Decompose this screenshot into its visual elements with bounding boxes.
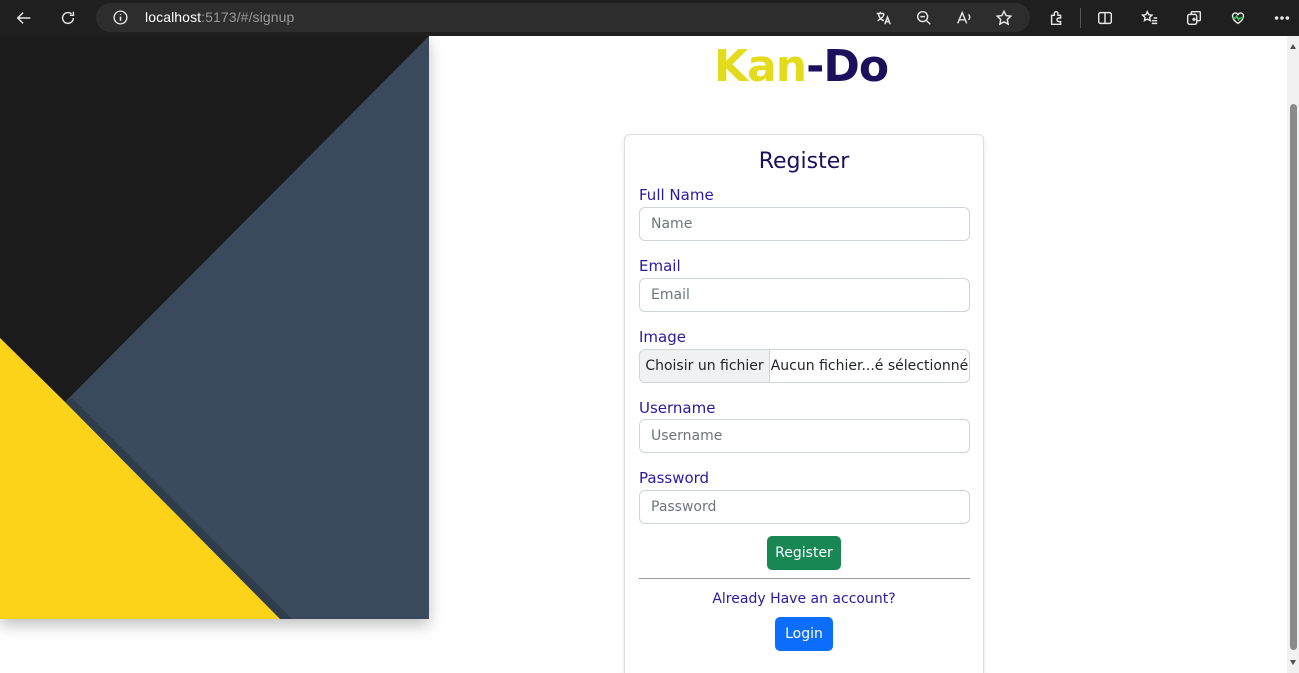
image-label: Image <box>639 328 686 346</box>
fullname-input[interactable] <box>639 207 970 241</box>
page-scrollbar[interactable] <box>1287 36 1299 673</box>
register-card: Register Full Name Email Image Choisir u… <box>624 134 984 673</box>
scroll-down-arrow-icon[interactable] <box>1290 660 1296 665</box>
toolbar-divider <box>1080 8 1081 28</box>
password-label: Password <box>639 469 710 487</box>
site-info-icon[interactable] <box>112 9 129 31</box>
register-button[interactable]: Register <box>767 536 841 570</box>
scrollbar-thumb[interactable] <box>1290 104 1297 650</box>
collections-icon[interactable] <box>1183 7 1205 29</box>
password-input[interactable] <box>639 490 970 524</box>
already-have-account-text: Already Have an account? <box>712 591 896 607</box>
more-options-icon[interactable] <box>1271 7 1293 29</box>
favorites-list-icon[interactable] <box>1139 7 1161 29</box>
register-title: Register <box>758 149 850 174</box>
browser-toolbar: localhost:5173/#/signup <box>0 0 1299 36</box>
no-file-text: Aucun fichier...é sélectionné <box>770 358 969 374</box>
login-button[interactable]: Login <box>775 617 833 651</box>
url-path: :5173/#/signup <box>201 9 295 25</box>
zoom-out-icon[interactable] <box>913 7 935 29</box>
choose-file-button[interactable]: Choisir un fichier <box>640 350 770 382</box>
email-label: Email <box>639 257 681 275</box>
kando-logo: Kan-Do <box>714 41 889 92</box>
read-aloud-icon[interactable] <box>953 7 975 29</box>
url-host: localhost <box>145 9 202 25</box>
username-input[interactable] <box>639 419 970 453</box>
fullname-label: Full Name <box>639 186 714 204</box>
split-screen-icon[interactable] <box>1094 7 1116 29</box>
scroll-up-arrow-icon[interactable] <box>1290 44 1296 49</box>
address-bar[interactable]: localhost:5173/#/signup <box>96 3 1030 32</box>
browser-essentials-icon[interactable] <box>1227 7 1249 29</box>
form-divider <box>639 578 970 579</box>
email-input[interactable] <box>639 278 970 312</box>
logo-kan: Kan <box>714 41 807 92</box>
back-arrow-icon[interactable] <box>13 7 35 29</box>
refresh-icon[interactable] <box>57 7 79 29</box>
image-file-input[interactable]: Choisir un fichier Aucun fichier...é sél… <box>639 349 970 383</box>
extensions-icon[interactable] <box>1046 7 1068 29</box>
favorite-star-icon[interactable] <box>993 7 1015 29</box>
url-text: localhost:5173/#/signup <box>145 9 294 25</box>
logo-do: -Do <box>806 41 889 92</box>
signup-page: Kan-Do Register Full Name Email Image Ch… <box>0 36 1299 673</box>
translate-icon[interactable] <box>872 7 894 29</box>
username-label: Username <box>639 399 716 417</box>
hero-illustration <box>0 36 429 619</box>
